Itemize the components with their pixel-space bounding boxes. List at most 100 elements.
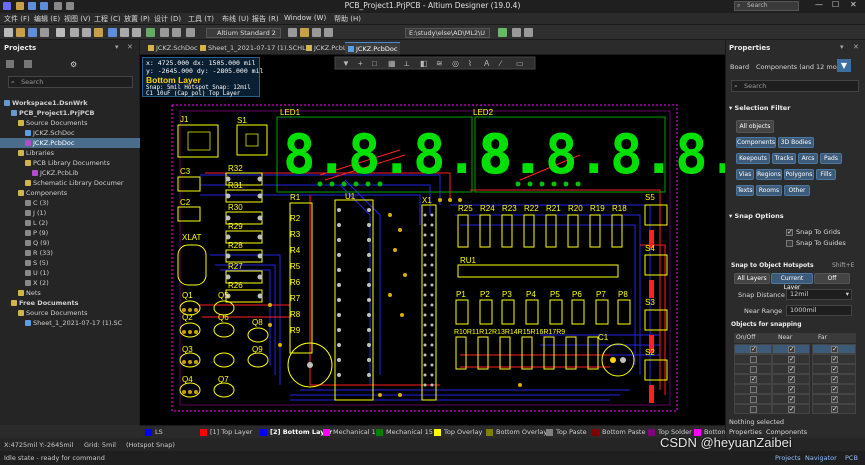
tree-item[interactable]: X (2) xyxy=(0,278,140,288)
filter-texts-button[interactable]: Texts xyxy=(736,185,754,196)
maximize-button[interactable]: ☐ xyxy=(832,0,839,9)
menu-item-4[interactable]: 放置 (P) xyxy=(124,14,150,24)
snap-to-guides-checkbox[interactable] xyxy=(786,240,793,247)
play-icon[interactable] xyxy=(498,28,507,37)
tree-item[interactable]: R (33) xyxy=(0,248,140,258)
gear-icon[interactable]: ⚙ xyxy=(70,60,77,69)
filter-fills-button[interactable]: Fills xyxy=(816,169,836,180)
snap-object-checkbox[interactable] xyxy=(750,406,757,413)
projects-search-input[interactable]: ⌕ Search xyxy=(8,76,133,88)
doc-tab-0[interactable]: JCKZ.SchDoc xyxy=(145,42,201,54)
move-icon[interactable] xyxy=(120,28,129,37)
tree-item[interactable]: S (5) xyxy=(0,258,140,268)
doc-tab-1[interactable]: Sheet_1_2021-07-17 (1).SCHLIB xyxy=(197,42,315,54)
tree-item[interactable]: Nets xyxy=(0,288,140,298)
snap-object-checkbox[interactable] xyxy=(788,395,795,403)
deselect-icon[interactable] xyxy=(132,28,141,37)
tree-item[interactable]: Sheet_1_2021-07-17 (1).SC xyxy=(0,318,140,328)
tree-item[interactable]: C (3) xyxy=(0,198,140,208)
tree-item[interactable]: JCKZ.SchDoc xyxy=(0,128,140,138)
tree-item[interactable]: Source Documents xyxy=(0,308,140,318)
panel-menu-icon[interactable]: ▾ xyxy=(840,43,844,51)
filter-tracks-button[interactable]: Tracks xyxy=(772,153,796,164)
panel-menu-icon[interactable]: ▾ xyxy=(115,43,119,51)
snap-object-checkbox[interactable] xyxy=(831,365,838,373)
snap-object-checkbox[interactable] xyxy=(788,345,795,353)
tree-item[interactable]: Workspace1.DsnWrk xyxy=(0,98,140,108)
menu-item-8[interactable]: 报告 (R) xyxy=(252,14,279,24)
new-icon[interactable] xyxy=(4,28,13,37)
layer-tab-7[interactable]: Top Paste xyxy=(546,427,587,437)
menu-item-10[interactable]: 帮助 (H) xyxy=(334,14,361,24)
snap-object-checkbox[interactable] xyxy=(750,366,757,373)
snap-to-grids-checkbox[interactable] xyxy=(786,228,793,236)
snap-object-checkbox[interactable] xyxy=(831,405,838,413)
layer-tab-8[interactable]: Bottom Paste xyxy=(592,427,645,437)
tree-item[interactable]: Libraries xyxy=(0,148,140,158)
snap-object-checkbox[interactable] xyxy=(750,345,757,353)
redo-icon[interactable] xyxy=(172,28,181,37)
snap-object-checkbox[interactable] xyxy=(831,395,838,403)
snap-object-checkbox[interactable] xyxy=(831,385,838,393)
menu-item-7[interactable]: 布线 (U) xyxy=(222,14,249,24)
filter-3d-bodies-button[interactable]: 3D Bodies xyxy=(778,137,814,148)
layer-tab-10[interactable]: Botton xyxy=(694,427,726,437)
paste-icon[interactable] xyxy=(94,28,103,37)
tree-item[interactable]: PCB Library Documents xyxy=(0,158,140,168)
menu-item-6[interactable]: 工具 (T) xyxy=(188,14,214,24)
snap-object-checkbox[interactable] xyxy=(750,386,757,393)
off-button[interactable]: Off xyxy=(814,273,850,284)
all-layers-button[interactable]: All Layers xyxy=(734,273,770,284)
filter-arcs-button[interactable]: Arcs xyxy=(798,153,818,164)
tree-item[interactable]: PCB_Project1.PrjPCB xyxy=(0,108,140,118)
global-search-input[interactable]: ⌕ Search xyxy=(734,1,799,11)
status-tab-pcb[interactable]: PCB xyxy=(845,454,858,462)
snap-object-checkbox[interactable] xyxy=(750,356,757,363)
undo-icon[interactable] xyxy=(160,28,169,37)
copy-icon[interactable] xyxy=(82,28,91,37)
panel-close-icon[interactable]: ✕ xyxy=(853,43,859,51)
layer-tab-2[interactable]: [2] Bottom Layer xyxy=(260,427,332,437)
layer-tab-3[interactable]: Mechanical 1 xyxy=(323,427,376,437)
cut-icon[interactable] xyxy=(70,28,79,37)
print-icon[interactable] xyxy=(40,28,49,37)
status-tab-projects[interactable]: Projects xyxy=(775,454,801,462)
snap-object-checkbox[interactable] xyxy=(831,375,838,383)
snap-distance-select[interactable]: 12mil ▾ xyxy=(786,289,852,300)
tree-item[interactable]: JCKZ.PcbDoc xyxy=(0,138,140,148)
filter-components-button[interactable]: Components xyxy=(736,137,776,148)
tree-item[interactable]: Q (9) xyxy=(0,238,140,248)
layer-tab-6[interactable]: Bottom Overlay xyxy=(486,427,547,437)
panel-close-icon[interactable]: ✕ xyxy=(127,43,133,51)
menu-item-5[interactable]: 设计 (D) xyxy=(154,14,181,24)
snap-object-checkbox[interactable] xyxy=(788,375,795,383)
path-combo[interactable]: E:\study\else\AD\ML2\U xyxy=(405,28,490,38)
doc-tab-3[interactable]: JCKZ.PcbDoc xyxy=(345,42,401,54)
folder-icon[interactable] xyxy=(300,28,309,37)
layer-tab-0[interactable]: LS xyxy=(145,427,163,437)
refresh-icon[interactable] xyxy=(288,28,297,37)
minimize-button[interactable]: — xyxy=(815,0,823,9)
tree-item[interactable]: Schematic Library Documer xyxy=(0,178,140,188)
filter-regions-button[interactable]: Regions xyxy=(756,169,782,180)
cross-probe-icon[interactable] xyxy=(146,28,155,37)
current-layer-button[interactable]: Current Layer xyxy=(771,273,813,291)
nav-back-icon[interactable] xyxy=(512,28,521,37)
menu-item-9[interactable]: Window (W) xyxy=(284,14,326,22)
layer-tab-5[interactable]: Top Overlay xyxy=(434,427,482,437)
board-tab[interactable]: Board xyxy=(730,63,749,71)
components-filter-label[interactable]: Components (and 12 more) xyxy=(756,63,846,71)
filter-vias-button[interactable]: Vias xyxy=(736,169,754,180)
snap-object-checkbox[interactable] xyxy=(750,375,757,383)
filter-keepouts-button[interactable]: Keepouts xyxy=(736,153,770,164)
properties-search-input[interactable]: ⌕ Search xyxy=(731,80,859,92)
snap-object-checkbox[interactable] xyxy=(788,355,795,363)
menu-item-1[interactable]: 编辑 (E) xyxy=(34,14,60,24)
layer-tab-1[interactable]: [1] Top Layer xyxy=(200,427,252,437)
tree-item[interactable]: Source Documents xyxy=(0,118,140,128)
filter-other-button[interactable]: Other xyxy=(784,185,810,196)
open-icon[interactable] xyxy=(16,28,25,37)
snap-object-checkbox[interactable] xyxy=(788,365,795,373)
pcb-canvas[interactable]: ▼ + □ ▦ ⟂ ◧ ≋ ◎ ⌇ A ∕ ▭ 8.8.8.8. 8.8.8.8… xyxy=(140,55,725,425)
arrow-left-icon[interactable] xyxy=(312,28,321,37)
